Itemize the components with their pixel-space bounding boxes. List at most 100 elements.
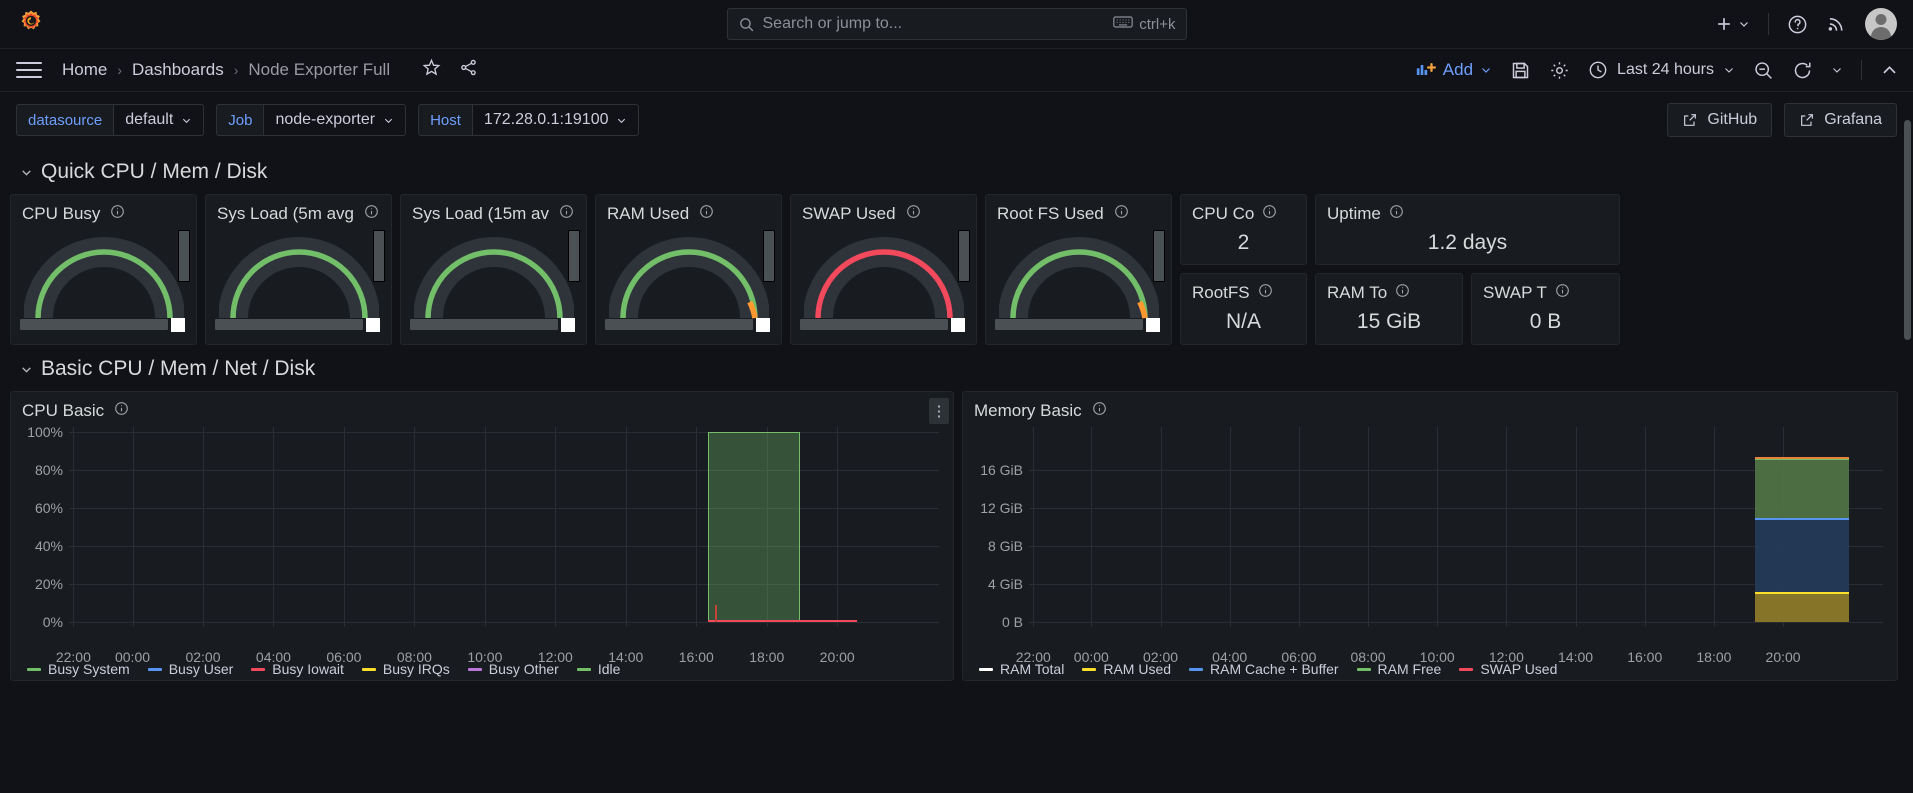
info-circle-icon[interactable]: [364, 204, 379, 224]
add-panel-icon: [1416, 59, 1436, 81]
help-button[interactable]: [1787, 14, 1808, 35]
panel-title-text: Sys Load (5m avg: [217, 204, 354, 224]
panel-memory-basic[interactable]: Memory Basic 16 GiB 12 GiB 8 GiB 4 GiB 0…: [962, 391, 1898, 681]
info-circle-icon[interactable]: [114, 401, 129, 421]
info-circle-icon[interactable]: [1258, 283, 1273, 303]
new-button[interactable]: [1714, 14, 1750, 34]
x-tick: 02:00: [1143, 649, 1178, 665]
panel-title-text: CPU Basic: [22, 401, 104, 421]
gauge-side-bar: [178, 230, 190, 282]
x-tick: 22:00: [1016, 649, 1051, 665]
info-circle-icon[interactable]: [1555, 283, 1570, 303]
panel-sys-load-15m[interactable]: Sys Load (15m av: [400, 194, 587, 345]
variable-datasource-select[interactable]: default: [113, 104, 204, 136]
gauge-marker: [366, 318, 380, 332]
info-circle-icon[interactable]: [1092, 401, 1107, 421]
legend-swatch: [1357, 668, 1371, 671]
panel-swap-total[interactable]: SWAP T 0 B: [1471, 273, 1620, 345]
legend-swatch: [27, 668, 41, 671]
series-area-ram-used: [1755, 592, 1849, 622]
variable-job-select[interactable]: node-exporter: [263, 104, 406, 136]
info-circle-icon[interactable]: [1395, 283, 1410, 303]
gauge-threshold-bar: [605, 319, 753, 330]
dashboard-canvas: Quick CPU / Mem / Disk CPU Busy: [0, 154, 1913, 681]
panel-cpu-busy[interactable]: CPU Busy: [10, 194, 197, 345]
refresh-dashboard-button[interactable]: [1792, 60, 1813, 81]
chevron-down-icon: [616, 115, 627, 126]
y-axis: 100% 80% 60% 40% 20% 0%: [11, 427, 69, 627]
row-header-quick-cpu-mem-disk[interactable]: Quick CPU / Mem / Disk: [20, 154, 1903, 190]
x-tick: 00:00: [115, 649, 150, 665]
variable-job: Job node-exporter: [216, 104, 406, 136]
info-circle-icon[interactable]: [559, 204, 574, 224]
info-circle-icon[interactable]: [906, 204, 921, 224]
github-link-button[interactable]: GitHub: [1667, 103, 1772, 137]
info-circle-icon[interactable]: [1389, 204, 1404, 224]
info-circle-icon[interactable]: [1262, 204, 1277, 224]
breadcrumb-item-dashboards[interactable]: Dashboards: [132, 60, 224, 80]
gauge-visualization: [11, 224, 196, 336]
panel-uptime[interactable]: Uptime 1.2 days: [1315, 194, 1620, 265]
panel-swap-used[interactable]: SWAP Used: [790, 194, 977, 345]
gauge-visualization: [206, 224, 391, 336]
search-input[interactable]: Search or jump to... ctrl+k: [727, 8, 1187, 40]
info-circle-icon[interactable]: [699, 204, 714, 224]
x-tick: 14:00: [608, 649, 643, 665]
breadcrumb-item-home[interactable]: Home: [62, 60, 107, 80]
save-dashboard-button[interactable]: [1510, 60, 1531, 81]
variable-host: Host 172.28.0.1:19100: [418, 104, 639, 136]
page-scrollbar[interactable]: [1904, 120, 1911, 340]
share-icon[interactable]: [459, 58, 478, 82]
panel-sys-load-5m[interactable]: Sys Load (5m avg: [205, 194, 392, 345]
panel-root-fs-used[interactable]: Root FS Used: [985, 194, 1172, 345]
legend-swatch: [362, 668, 376, 671]
variable-host-select[interactable]: 172.28.0.1:19100: [472, 104, 640, 136]
x-tick: 16:00: [679, 649, 714, 665]
row-title: Basic CPU / Mem / Net / Disk: [41, 357, 315, 381]
add-panel-button[interactable]: Add: [1416, 59, 1492, 81]
zoom-out-time-button[interactable]: [1753, 60, 1774, 81]
collapse-toolbar-button[interactable]: [1880, 61, 1899, 80]
stat-value: 2: [1181, 224, 1306, 262]
panel-ram-used[interactable]: RAM Used: [595, 194, 782, 345]
row-title: Quick CPU / Mem / Disk: [41, 160, 267, 184]
panel-ram-total[interactable]: RAM To 15 GiB: [1315, 273, 1463, 345]
gauge-marker: [1146, 318, 1160, 332]
variable-datasource-label: datasource: [16, 104, 113, 136]
panel-title-text: CPU Co: [1192, 204, 1254, 224]
add-panel-label: Add: [1443, 60, 1473, 80]
panel-title-text: Memory Basic: [974, 401, 1082, 421]
panel-cpu-basic[interactable]: CPU Basic ⋮ 100% 80% 60% 40% 20% 0%: [10, 391, 954, 681]
stat-value: N/A: [1181, 303, 1306, 341]
hamburger-menu-icon[interactable]: [16, 57, 42, 83]
panel-cpu-cores[interactable]: CPU Co 2: [1180, 194, 1307, 265]
grafana-logo-icon[interactable]: [14, 7, 48, 41]
info-circle-icon[interactable]: [110, 204, 125, 224]
grafana-link-label: Grafana: [1824, 111, 1882, 129]
time-range-picker[interactable]: Last 24 hours: [1588, 60, 1735, 80]
dashboard-settings-button[interactable]: [1549, 60, 1570, 81]
gear-icon: [1549, 60, 1570, 81]
x-tick: 16:00: [1627, 649, 1662, 665]
panel-rootfs-total[interactable]: RootFS N/A: [1180, 273, 1307, 345]
star-icon[interactable]: [422, 58, 441, 82]
breadcrumb-separator: ›: [234, 62, 239, 78]
chevron-up-icon: [1880, 61, 1899, 80]
panel-menu-icon[interactable]: ⋮: [929, 398, 949, 424]
breadcrumb: Home › Dashboards › Node Exporter Full: [62, 58, 478, 82]
panel-header: SWAP Used: [791, 195, 976, 224]
breadcrumb-item-node-exporter-full[interactable]: Node Exporter Full: [248, 60, 390, 80]
variable-datasource-value: default: [125, 111, 173, 129]
grafana-link-button[interactable]: Grafana: [1784, 103, 1897, 137]
x-tick: 08:00: [1351, 649, 1386, 665]
variable-host-value: 172.28.0.1:19100: [484, 111, 609, 129]
save-icon: [1510, 60, 1531, 81]
x-tick: 20:00: [820, 649, 855, 665]
news-button[interactable]: [1826, 14, 1847, 35]
legend-swatch: [251, 668, 265, 671]
profile-avatar[interactable]: [1865, 8, 1897, 40]
row-header-basic-cpu-mem-net-disk[interactable]: Basic CPU / Mem / Net / Disk: [20, 351, 1903, 387]
refresh-interval-dropdown[interactable]: [1831, 64, 1843, 76]
panel-title-text: RAM Used: [607, 204, 689, 224]
info-circle-icon[interactable]: [1114, 204, 1129, 224]
